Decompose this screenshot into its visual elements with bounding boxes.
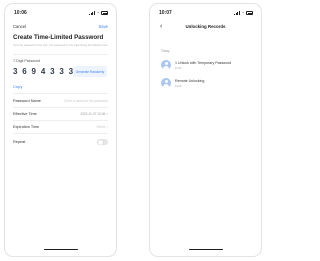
avatar-icon bbox=[161, 78, 171, 88]
divider bbox=[13, 93, 108, 94]
page-description: Sync the password to the lock. The passw… bbox=[13, 44, 109, 47]
status-time: 10:06 bbox=[14, 10, 27, 16]
password-name-label: Password Name bbox=[13, 99, 41, 103]
record-title: Remote Unlocking bbox=[175, 79, 205, 83]
home-indicator[interactable] bbox=[188, 248, 223, 250]
wifi-icon: ◔ bbox=[96, 10, 99, 15]
copy-button[interactable]: Copy bbox=[13, 84, 22, 89]
record-title: 1 Unlock with Temporary Password bbox=[175, 61, 232, 65]
avatar-icon bbox=[161, 60, 171, 70]
record-time: 10:05 bbox=[175, 85, 182, 88]
password-length-label: 7-Digit Password bbox=[13, 59, 41, 63]
status-bar: 10:07 ◔ bbox=[150, 10, 261, 18]
divider bbox=[13, 120, 108, 121]
password-name-input[interactable]: Enter a name for the password bbox=[64, 99, 108, 103]
generate-randomly-button[interactable]: Generate Randomly bbox=[73, 66, 107, 77]
expiration-time-label: Expiration Time bbox=[13, 125, 40, 129]
repeat-label: Repeat bbox=[13, 140, 26, 144]
list-item[interactable]: Remote Unlocking 10:05 bbox=[161, 78, 253, 90]
page-title: Create Time-Limited Password bbox=[13, 34, 104, 41]
expiration-time-row[interactable]: Expiration Time Select > bbox=[13, 125, 108, 135]
divider bbox=[13, 133, 108, 134]
list-item[interactable]: 1 Unlock with Temporary Password 10:06 bbox=[161, 60, 253, 72]
repeat-toggle[interactable] bbox=[97, 139, 108, 145]
repeat-row: Repeat bbox=[13, 139, 108, 150]
signal-icon bbox=[89, 11, 95, 15]
unlocking-records-screen: 10:07 ◔ ‹ Unlocking Records Today 1 Unlo… bbox=[149, 3, 262, 257]
home-indicator[interactable] bbox=[43, 248, 78, 250]
status-icons: ◔ bbox=[89, 11, 108, 15]
password-name-row[interactable]: Password Name Enter a name for the passw… bbox=[13, 99, 108, 109]
password-code: 3 6 9 4 3 3 3 bbox=[13, 67, 75, 76]
section-header-today: Today bbox=[161, 49, 170, 53]
status-bar: 10:06 ◔ bbox=[5, 10, 116, 18]
record-time: 10:06 bbox=[175, 67, 182, 70]
wifi-icon: ◔ bbox=[241, 10, 244, 15]
page-title: Unlocking Records bbox=[185, 24, 226, 29]
signal-icon bbox=[234, 11, 240, 15]
divider bbox=[13, 107, 108, 108]
effective-time-row[interactable]: Effective Time 2022-11-07 10:06 > bbox=[13, 112, 108, 122]
status-time: 10:07 bbox=[159, 10, 172, 16]
divider bbox=[13, 54, 108, 55]
battery-icon bbox=[246, 11, 253, 15]
effective-time-label: Effective Time bbox=[13, 112, 37, 116]
battery-icon bbox=[101, 11, 108, 15]
create-password-screen: 10:06 ◔ Cancel Save Create Time-Limited … bbox=[4, 3, 117, 257]
status-icons: ◔ bbox=[234, 11, 253, 15]
save-button[interactable]: Save bbox=[98, 24, 108, 29]
cancel-button[interactable]: Cancel bbox=[13, 24, 26, 29]
effective-time-value[interactable]: 2022-11-07 10:06 > bbox=[80, 112, 108, 116]
expiration-time-value[interactable]: Select > bbox=[96, 125, 108, 129]
